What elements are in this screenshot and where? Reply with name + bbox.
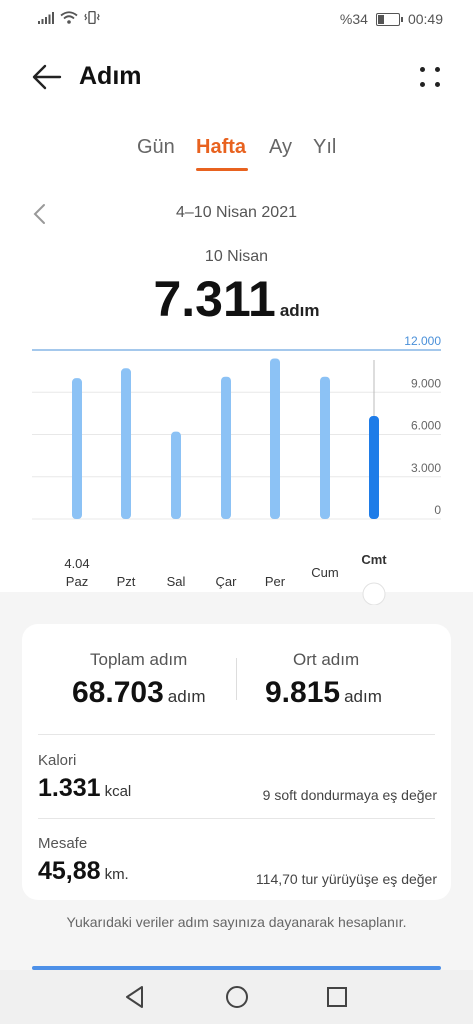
bar — [171, 431, 181, 519]
back-arrow-icon[interactable] — [30, 62, 64, 92]
divider — [38, 734, 435, 735]
x-tick-label: Per — [265, 574, 286, 589]
vibrate-icon — [84, 11, 100, 24]
tab-year[interactable]: Yıl — [313, 136, 336, 159]
selected-steps: 7.311 adım — [0, 270, 473, 328]
active-tab-indicator — [196, 168, 248, 171]
x-tick-label: Cum — [311, 565, 338, 580]
calories-unit: kcal — [104, 783, 132, 800]
bar — [72, 378, 82, 519]
calories-value: 1.331 kcal — [38, 774, 131, 803]
date-navigator: 4–10 Nisan 2021 — [0, 200, 473, 230]
calories-number: 1.331 — [38, 774, 101, 802]
more-options-icon[interactable] — [417, 64, 443, 90]
bar-selected — [369, 416, 379, 519]
distance-unit: km. — [104, 866, 129, 883]
battery-icon — [375, 12, 403, 26]
system-navigation-bar — [0, 970, 473, 1024]
selected-steps-unit: adım — [279, 301, 320, 320]
status-bar: %34 00:49 — [0, 0, 473, 40]
tab-month[interactable]: Ay — [269, 136, 292, 159]
tab-day[interactable]: Gün — [137, 136, 175, 159]
y-tick-label: 9.000 — [411, 376, 441, 390]
wifi-icon — [60, 11, 78, 24]
app-header: Adım — [0, 50, 473, 106]
distance-value: 45,88 km. — [38, 857, 129, 886]
average-steps-number: 9.815 — [265, 676, 341, 709]
bar — [221, 376, 231, 519]
bar — [270, 358, 280, 519]
calories-label: Kalori — [38, 752, 77, 769]
nav-back-icon[interactable] — [122, 984, 148, 1010]
selection-handle[interactable] — [362, 582, 386, 605]
bar — [121, 368, 131, 519]
nav-home-icon[interactable] — [224, 984, 250, 1010]
footnote: Yukarıdaki veriler adım sayınıza dayanar… — [66, 914, 407, 930]
average-steps-unit: adım — [344, 687, 382, 706]
nav-recents-icon[interactable] — [324, 984, 350, 1010]
x-date-label: 4.04 — [64, 556, 89, 571]
summary-card: Toplam adım 68.703 adım Ort adım 9.815 adı… — [22, 624, 451, 900]
x-tick-label: Paz — [66, 574, 88, 589]
signal-icon — [38, 12, 54, 24]
stat-divider — [236, 658, 237, 700]
average-steps-label: Ort adım — [293, 650, 360, 669]
total-steps-unit: adım — [167, 687, 206, 706]
y-tick-label: 0 — [434, 503, 441, 517]
main-panel: %34 00:49 Adım Gün Hafta Ay Yıl 4–10 Nis… — [0, 0, 473, 605]
y-tick-label: 3.000 — [411, 461, 441, 475]
distance-label: Mesafe — [38, 835, 88, 852]
divider — [38, 818, 435, 819]
selected-date: 10 Nisan — [204, 248, 269, 265]
x-tick-label: Cmt — [361, 552, 387, 567]
total-steps-label: Toplam adım — [90, 650, 188, 669]
bar — [320, 376, 330, 519]
distance-equivalent: 114,70 tur yürüyüşe eş değer — [255, 871, 437, 887]
total-steps-value: 68.703 adım — [72, 676, 206, 710]
average-steps-value: 9.815 adım — [265, 676, 382, 710]
battery-percent: %34 — [339, 11, 368, 27]
page-title: Adım — [79, 62, 142, 90]
calories-equivalent: 9 soft dondurmaya eş değer — [262, 787, 437, 803]
total-steps-number: 68.703 — [72, 676, 164, 709]
x-tick-label: Çar — [216, 574, 238, 589]
selected-steps-value: 7.311 — [153, 271, 276, 327]
tab-week[interactable]: Hafta — [196, 136, 246, 159]
x-tick-label: Sal — [167, 574, 186, 589]
period-tabs: Gün Hafta Ay Yıl — [0, 136, 473, 176]
weekly-steps-chart[interactable]: 0 3.000 6.000 9.000 12.000 4.04 Paz Pzt Sal Çar Pe… — [0, 330, 473, 605]
x-tick-label: Pzt — [117, 574, 136, 589]
clock: 00:49 — [407, 11, 443, 27]
y-tick-label: 6.000 — [411, 419, 441, 433]
distance-number: 45,88 — [38, 857, 101, 885]
y-tick-label: 12.000 — [404, 334, 441, 348]
date-range-label: 4–10 Nisan 2021 — [176, 204, 297, 221]
